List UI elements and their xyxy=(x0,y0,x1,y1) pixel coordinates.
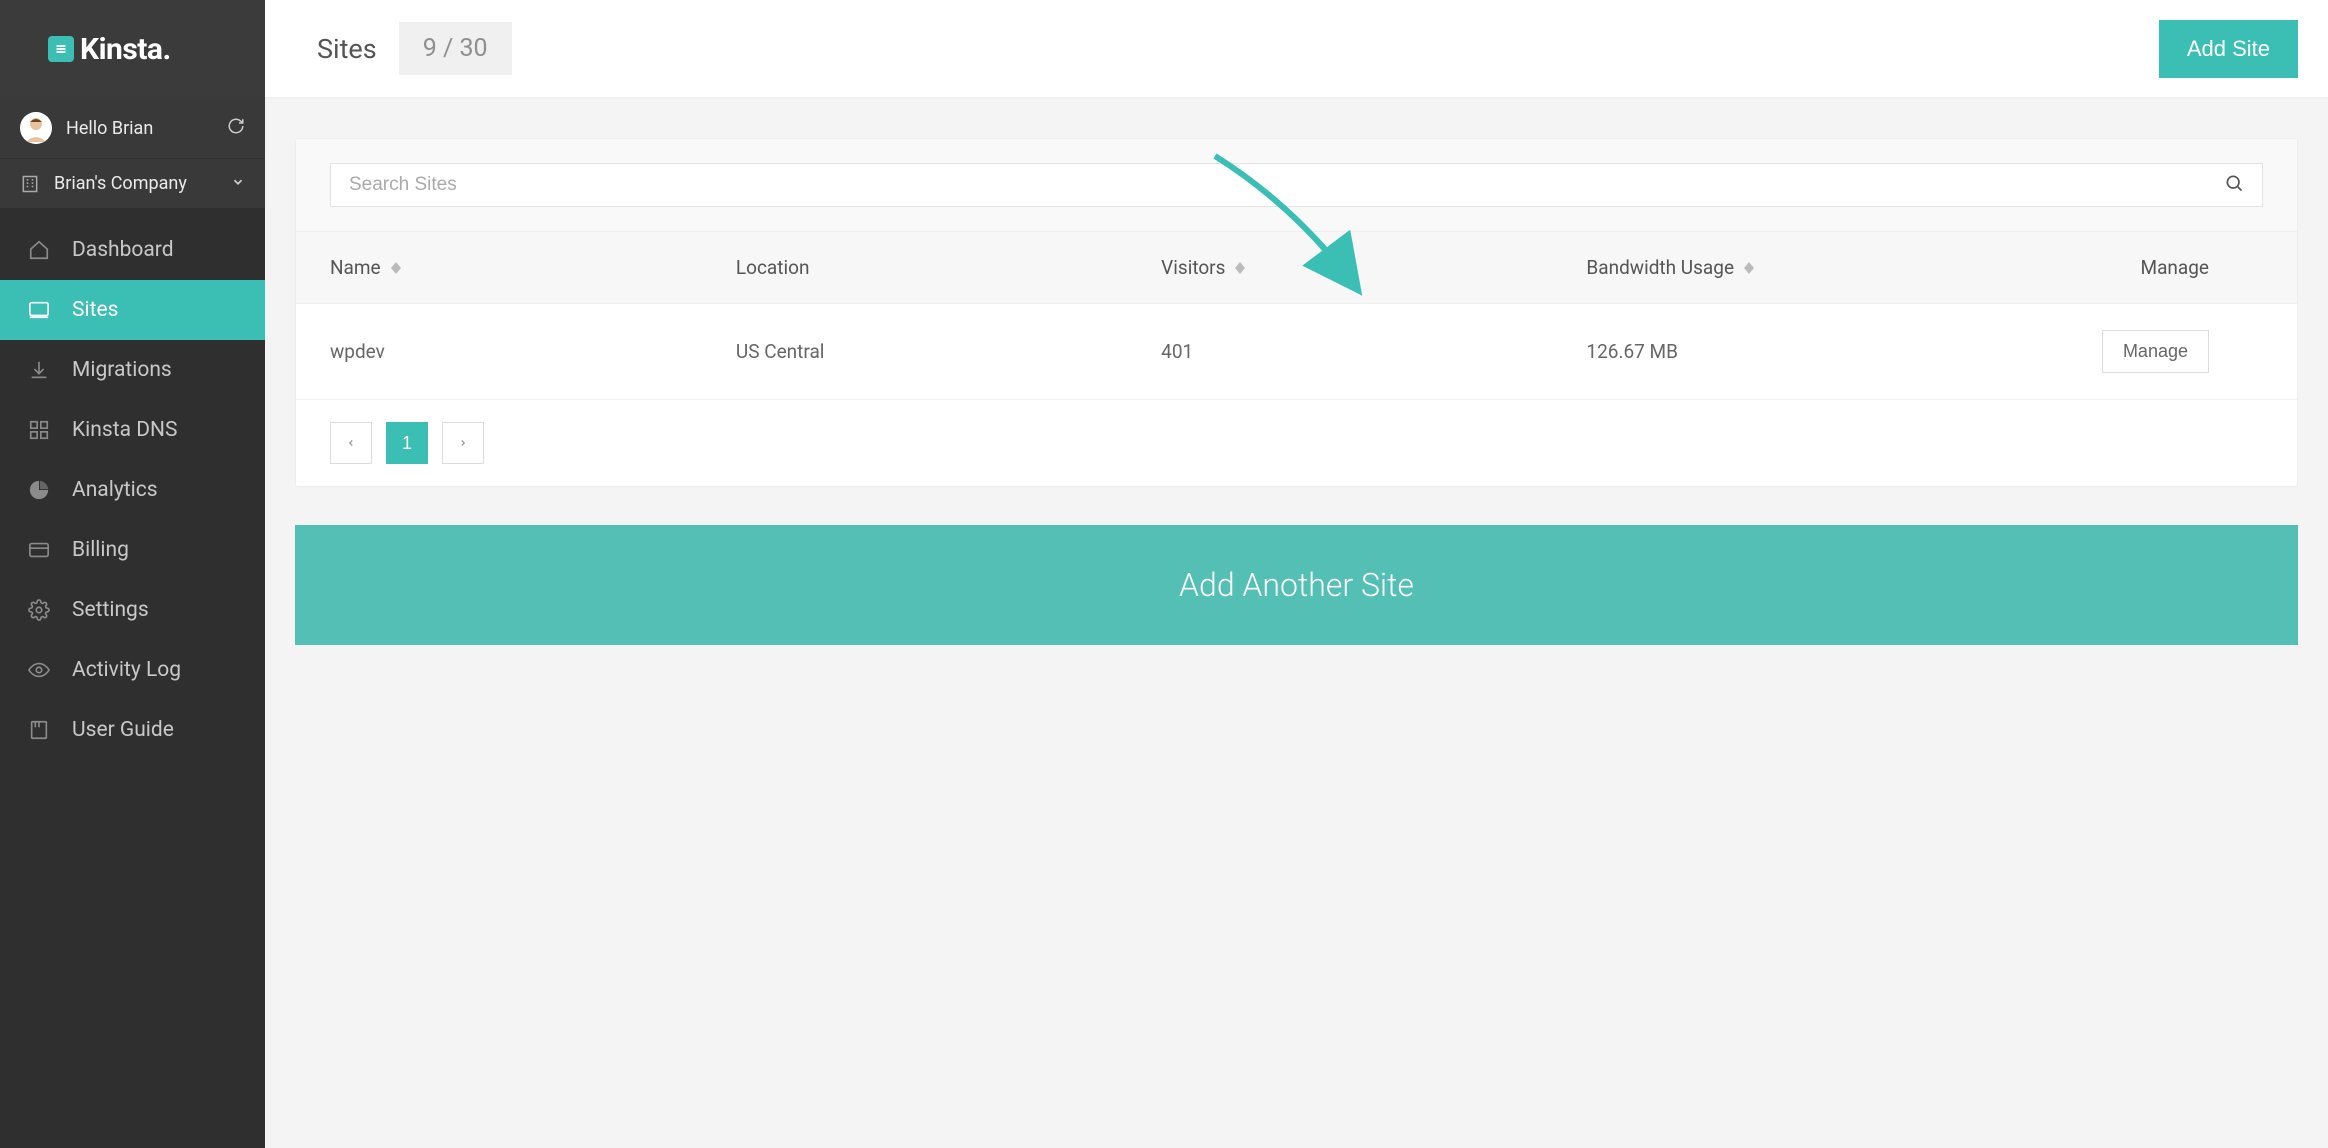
cell-bandwidth: 126.67 MB xyxy=(1586,340,2031,363)
column-visitors[interactable]: Visitors xyxy=(1161,256,1586,279)
eye-icon xyxy=(28,659,50,681)
nav-label: Analytics xyxy=(72,478,158,502)
user-greeting: Hello Brian xyxy=(66,118,153,139)
nav-dns[interactable]: Kinsta DNS xyxy=(0,400,265,460)
column-manage: Manage xyxy=(2031,256,2263,279)
sort-icon xyxy=(1235,262,1245,274)
add-another-site-button[interactable]: Add Another Site xyxy=(295,525,2298,645)
piechart-icon xyxy=(28,479,50,501)
search-icon xyxy=(2224,173,2244,197)
nav-label: Migrations xyxy=(72,358,172,382)
chevron-down-icon xyxy=(231,173,245,194)
nav-settings[interactable]: Settings xyxy=(0,580,265,640)
nav: Dashboard Sites Migrations Kinsta DNS xyxy=(0,208,265,760)
content: Name Location Visitors xyxy=(265,98,2328,1148)
add-site-button[interactable]: Add Site xyxy=(2159,20,2298,78)
nav-label: Sites xyxy=(72,298,118,322)
topbar: Sites 9 / 30 Add Site xyxy=(265,0,2328,98)
nav-label: Kinsta DNS xyxy=(72,418,177,442)
home-icon xyxy=(28,239,50,261)
site-count-badge: 9 / 30 xyxy=(399,22,512,75)
nav-billing[interactable]: Billing xyxy=(0,520,265,580)
nav-label: Settings xyxy=(72,598,149,622)
nav-label: User Guide xyxy=(72,718,174,742)
table-header: Name Location Visitors xyxy=(296,232,2297,304)
sidebar: Kinsta. Hello Brian xyxy=(0,0,265,1148)
main: Sites 9 / 30 Add Site Name xyxy=(265,0,2328,1148)
nav-label: Dashboard xyxy=(72,238,174,262)
nav-user-guide[interactable]: User Guide xyxy=(0,700,265,760)
cell-manage: Manage xyxy=(2031,330,2263,373)
book-icon xyxy=(28,719,50,741)
nav-activity-log[interactable]: Activity Log xyxy=(0,640,265,700)
card-icon xyxy=(28,539,50,561)
grid-icon xyxy=(28,419,50,441)
refresh-icon[interactable] xyxy=(227,117,245,140)
sort-icon xyxy=(1744,262,1754,274)
user-greeting-row: Hello Brian xyxy=(0,98,265,158)
manage-button[interactable]: Manage xyxy=(2102,330,2209,373)
brand-name: Kinsta. xyxy=(80,32,171,67)
page-number-button[interactable]: 1 xyxy=(386,422,428,464)
search-row xyxy=(296,139,2297,232)
cell-visitors: 401 xyxy=(1161,340,1586,363)
kinsta-logo-icon xyxy=(48,36,74,62)
nav-migrations[interactable]: Migrations xyxy=(0,340,265,400)
column-name[interactable]: Name xyxy=(330,256,736,279)
user-panel: Hello Brian Brian's xyxy=(0,98,265,208)
pagination: 1 xyxy=(296,400,2297,486)
search-box[interactable] xyxy=(330,163,2263,207)
page-next-button[interactable] xyxy=(442,422,484,464)
download-icon xyxy=(28,359,50,381)
cell-name: wpdev xyxy=(330,340,736,363)
nav-label: Billing xyxy=(72,538,129,562)
logo: Kinsta. xyxy=(0,0,265,98)
nav-sites[interactable]: Sites xyxy=(0,280,265,340)
company-name: Brian's Company xyxy=(54,173,187,194)
sites-table-panel: Name Location Visitors xyxy=(295,138,2298,487)
table-row: wpdev US Central 401 126.67 MB Manage xyxy=(296,304,2297,400)
building-icon xyxy=(20,174,40,194)
search-input[interactable] xyxy=(349,174,2224,196)
nav-label: Activity Log xyxy=(72,658,181,682)
avatar xyxy=(20,112,52,144)
company-selector[interactable]: Brian's Company xyxy=(0,158,265,208)
gear-icon xyxy=(28,599,50,621)
column-bandwidth[interactable]: Bandwidth Usage xyxy=(1586,256,2031,279)
monitor-icon xyxy=(28,299,50,321)
cell-location: US Central xyxy=(736,340,1161,363)
column-location: Location xyxy=(736,256,1161,279)
sort-icon xyxy=(391,262,401,274)
page-prev-button[interactable] xyxy=(330,422,372,464)
nav-analytics[interactable]: Analytics xyxy=(0,460,265,520)
page-title: Sites xyxy=(317,33,377,65)
nav-dashboard[interactable]: Dashboard xyxy=(0,220,265,280)
